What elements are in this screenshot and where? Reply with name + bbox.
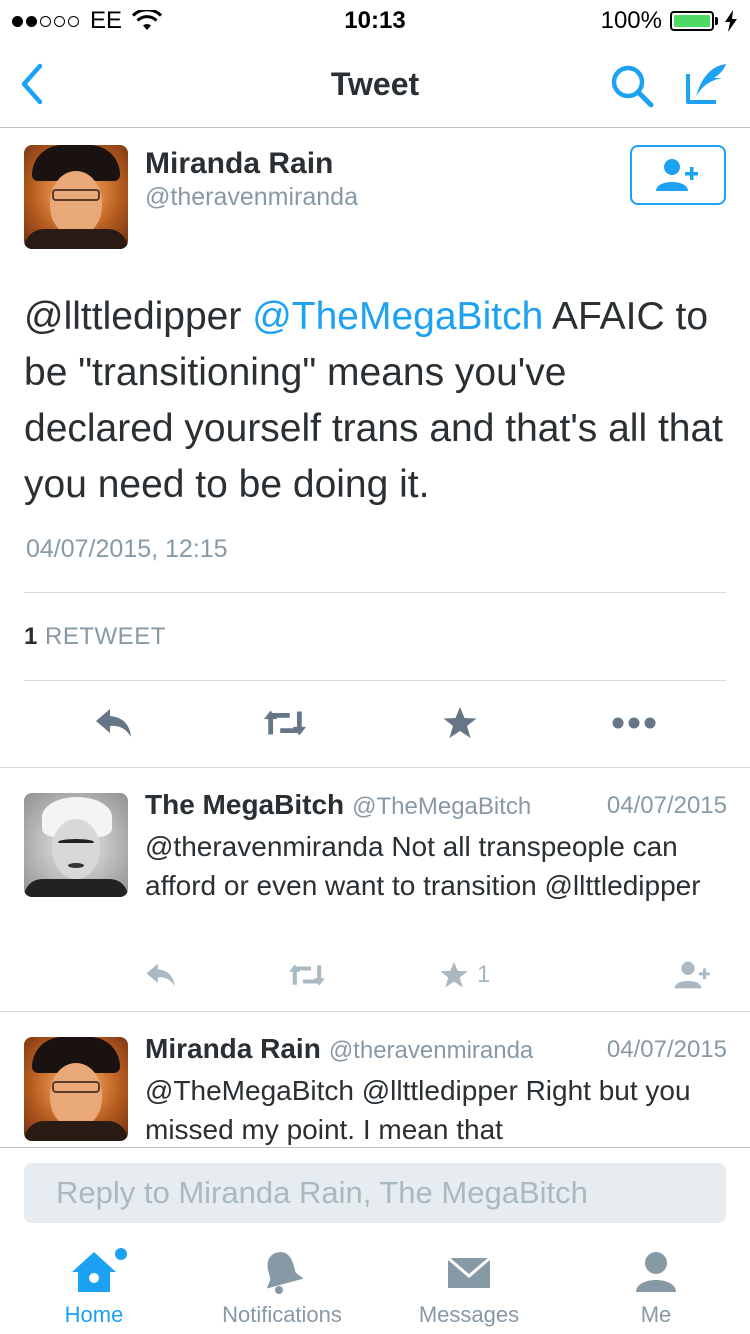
envelope-icon [447,1256,491,1288]
retweet-icon [289,964,325,986]
mention-link[interactable]: @TheMegaBitch [252,295,543,338]
unread-dot [115,1248,127,1260]
reply-header: Miranda Rain @theravenmiranda 04/07/2015 [145,1033,727,1065]
divider [24,592,726,593]
favorite-button[interactable]: 1 [439,957,490,993]
avatar[interactable] [24,1037,128,1141]
retweet-button[interactable] [263,703,307,743]
search-icon[interactable] [608,62,656,110]
favorite-button[interactable] [438,703,482,743]
reply-actions: 1 [145,957,727,993]
more-dots-icon [612,717,656,729]
reply-author-name[interactable]: The MegaBitch [145,789,344,820]
mention-link[interactable]: @llttledipper [24,295,252,338]
add-user-icon [656,159,698,191]
tab-label: Messages [418,1302,520,1327]
reply-header: The MegaBitch @TheMegaBitch 04/07/2015 [145,789,727,821]
follow-user-button[interactable] [673,957,713,993]
tweet-text: @llttledipper @TheMegaBitch AFAIC to be … [24,289,724,513]
tweet-actions [0,681,750,767]
author-handle[interactable]: @theravenmiranda [145,183,358,212]
main-tweet: Miranda Rain @theravenmiranda @llttledip… [0,129,750,768]
reply-author-handle[interactable]: @theravenmiranda [329,1037,533,1064]
tab-messages[interactable]: Messages [375,1236,563,1334]
retweet-label: RETWEET [45,623,166,650]
battery-tip [715,17,718,25]
reply-author-name[interactable]: Miranda Rain [145,1033,321,1064]
reply-author-handle[interactable]: @TheMegaBitch [352,793,531,820]
status-right: 100% [601,7,738,35]
reply-input[interactable] [24,1163,726,1223]
star-icon [443,707,477,738]
reply-tweet[interactable]: Miranda Rain @theravenmiranda 04/07/2015 … [0,1013,750,1147]
home-icon [72,1252,116,1292]
author-name[interactable]: Miranda Rain [145,147,333,181]
add-user-icon [674,961,710,989]
tab-label: Me [640,1302,672,1327]
star-icon [440,961,468,988]
reply-icon [146,963,175,987]
reply-button[interactable] [92,703,136,743]
avatar[interactable] [24,793,128,897]
reply-text: @TheMegaBitch @llttledipper Right but yo… [145,1075,691,1145]
status-bar: EE 10:13 100% [0,0,750,40]
reply-text: @theravenmiranda Not all transpeople can… [145,831,701,901]
tab-home[interactable]: Home [0,1236,188,1334]
reply-icon [96,709,131,737]
follow-button[interactable] [630,145,726,205]
tweet-timestamp: 04/07/2015, 12:15 [26,535,228,563]
battery-icon [670,11,714,31]
tab-label: Notifications [222,1302,342,1327]
tab-label: Home [64,1302,124,1327]
tab-bar: Home Notifications Messages Me [0,1236,750,1334]
tab-me[interactable]: Me [562,1236,750,1334]
retweet-stats[interactable]: 1 RETWEET [24,623,166,651]
avatar[interactable] [24,145,128,249]
retweet-button[interactable] [288,957,326,993]
like-count: 1 [477,961,491,988]
retweet-count: 1 [24,623,38,650]
reply-date: 04/07/2015 [606,792,727,819]
reply-button[interactable] [145,957,177,993]
retweet-icon [263,710,307,736]
reply-date: 04/07/2015 [606,1036,727,1063]
nav-bar: Tweet [0,40,750,128]
reply-tweet[interactable]: The MegaBitch @TheMegaBitch 04/07/2015 @t… [0,769,750,1012]
more-button[interactable] [612,703,656,743]
charging-bolt-icon [725,10,737,32]
compose-icon[interactable] [682,60,730,108]
battery-percent: 100% [600,7,662,34]
tab-notifications[interactable]: Notifications [188,1236,376,1334]
person-icon [636,1252,676,1292]
bell-icon [266,1252,304,1294]
reply-composer [0,1147,750,1235]
